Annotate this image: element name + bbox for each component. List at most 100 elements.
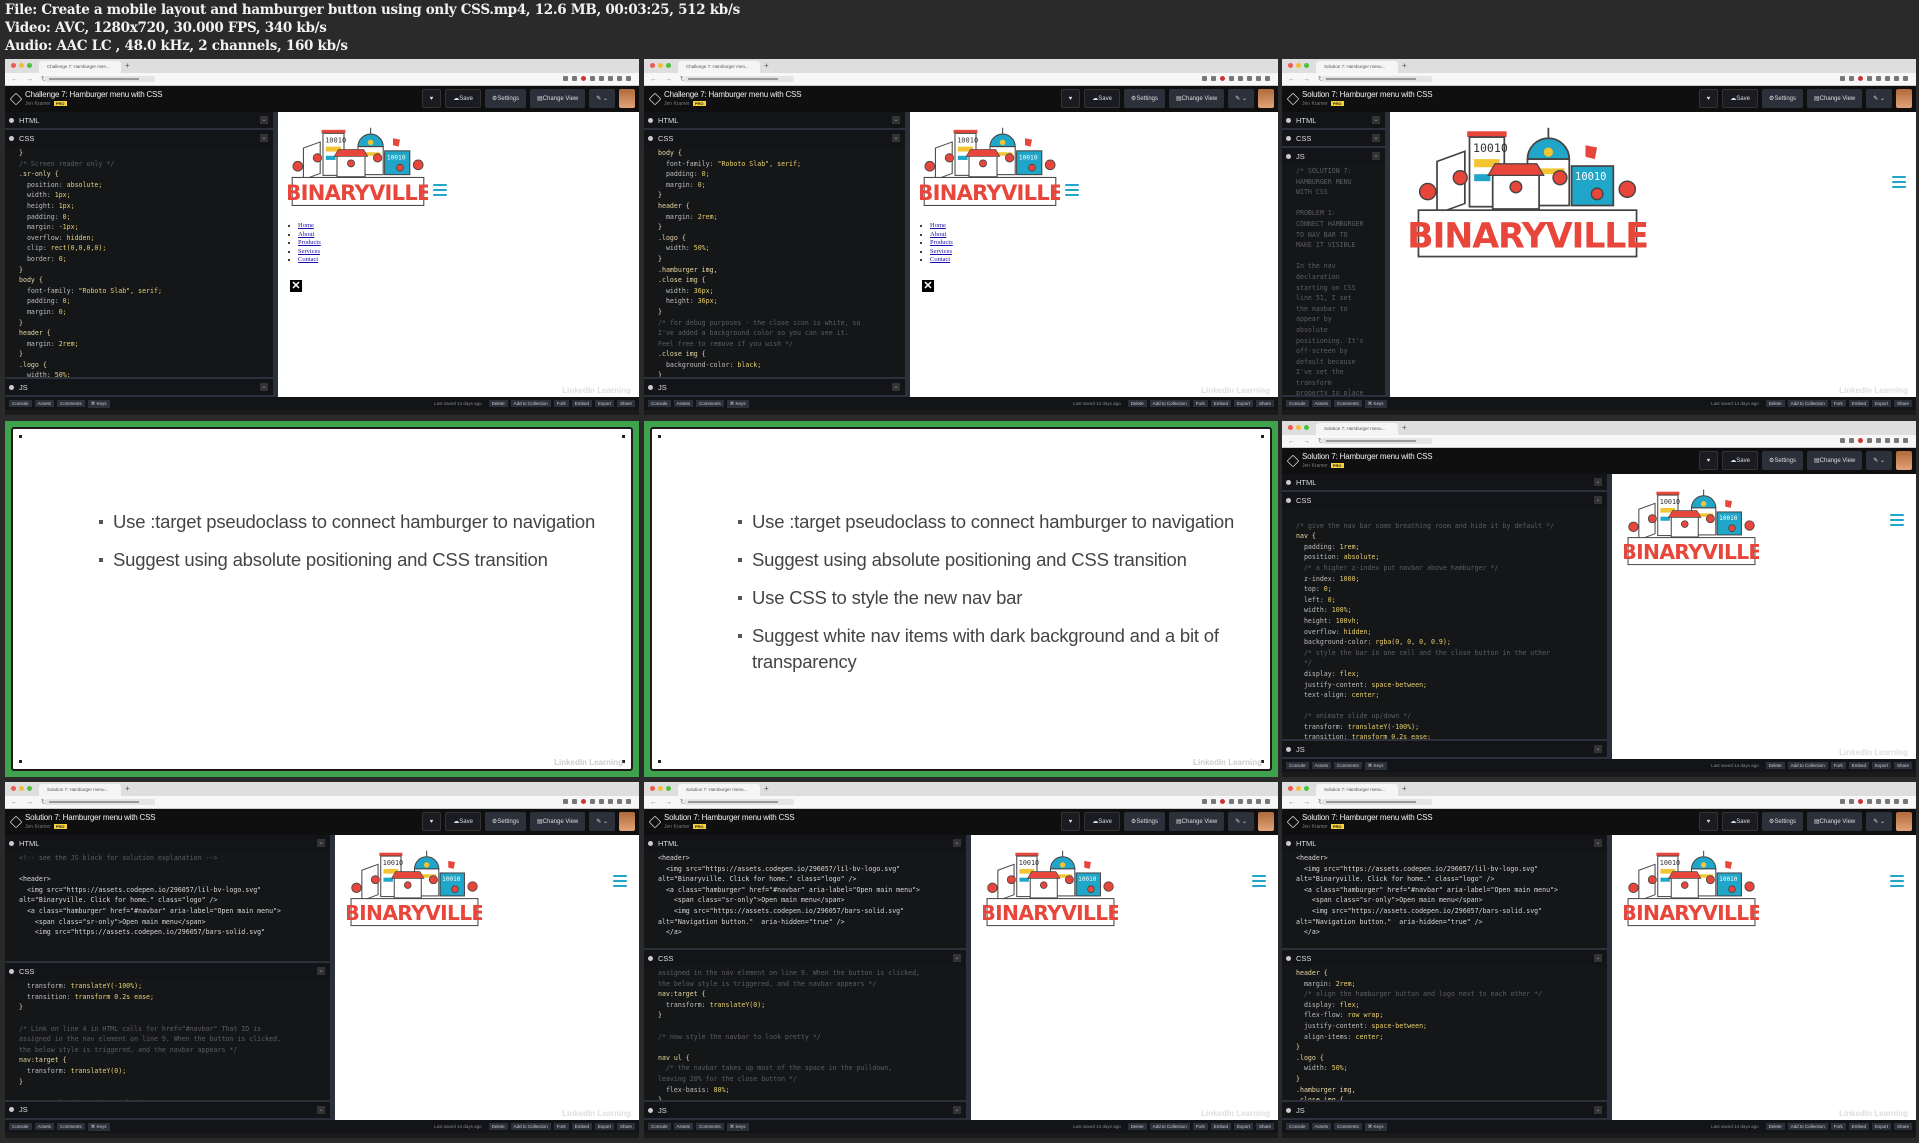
pin-button[interactable]: ✎ ⌄ [1228, 89, 1254, 108]
nav-link-services[interactable]: Services [298, 248, 320, 255]
chevron-down-icon[interactable]: ⌄ [260, 134, 268, 142]
hamburger-menu-icon[interactable] [1890, 514, 1904, 526]
footer-button-embed[interactable]: Embed [571, 400, 592, 407]
footer-button-fork[interactable]: Fork [1192, 400, 1208, 407]
footer-button-assets[interactable]: Assets [1311, 762, 1332, 769]
extension-icon[interactable] [1894, 76, 1899, 81]
extension-icon[interactable] [1256, 799, 1261, 804]
codepen-logo-icon[interactable] [1286, 454, 1300, 468]
pane-settings-icon[interactable] [1286, 117, 1291, 123]
codepen-logo-icon[interactable] [648, 92, 662, 106]
pane-settings-icon[interactable] [9, 840, 14, 846]
maximize-window-button[interactable] [27, 786, 32, 791]
url-input[interactable] [1322, 799, 1432, 805]
footer-button-comments[interactable]: Comments [1334, 400, 1362, 407]
chevron-down-icon[interactable]: ⌄ [260, 383, 268, 391]
author-name[interactable]: Jen Kramer [25, 824, 51, 830]
user-avatar[interactable] [1896, 812, 1912, 831]
change-view-button[interactable]: ▤ Change View [1169, 89, 1225, 108]
codepen-thumbnail[interactable]: Solution 7: Hamburger menu... + ← → ↻ Solut… [5, 782, 639, 1138]
user-avatar[interactable] [1258, 812, 1274, 831]
extension-icon[interactable] [617, 799, 622, 804]
settings-button[interactable]: ⚙ Settings [1123, 812, 1165, 831]
footer-button-addtocollection[interactable]: Add to Collection [1787, 762, 1828, 769]
hamburger-menu-icon[interactable] [433, 184, 447, 196]
binaryville-logo[interactable]: 10010 10010 BINARYVILLE [344, 847, 485, 932]
maximize-window-button[interactable] [1304, 63, 1309, 68]
user-avatar[interactable] [1896, 89, 1912, 108]
codepen-logo-icon[interactable] [648, 815, 662, 829]
settings-button[interactable]: ⚙ Settings [1761, 812, 1803, 831]
nav-arrows-icon[interactable]: ← → ↻ [11, 798, 50, 806]
chevron-down-icon[interactable]: ⌄ [1372, 116, 1380, 124]
code-area[interactable]: } /* Screen reader only */ .sr-only { posi… [5, 146, 273, 377]
pane-header[interactable]: CSS ⌄ [1282, 492, 1607, 508]
nav-link-about[interactable]: About [298, 231, 314, 238]
chevron-down-icon[interactable]: ⌄ [260, 116, 268, 124]
code-area[interactable]: <!-- see the JS block for solution expla… [5, 851, 330, 962]
footer-button-fork[interactable]: Fork [1830, 762, 1846, 769]
heart-button[interactable]: ♥ [1698, 812, 1719, 831]
footer-button-comments[interactable]: Comments [57, 1123, 85, 1130]
pane-settings-icon[interactable] [1286, 955, 1291, 961]
close-window-button[interactable] [11, 63, 16, 68]
new-tab-icon[interactable]: + [1402, 61, 1407, 70]
pane-settings-icon[interactable] [9, 1107, 14, 1113]
footer-button-delete[interactable]: Delete [488, 400, 508, 407]
nav-link-services[interactable]: Services [930, 248, 952, 255]
extension-icon[interactable] [599, 799, 604, 804]
binaryville-logo[interactable]: 10010 10010 BINARYVILLE [917, 124, 1063, 212]
extension-icon[interactable] [1876, 76, 1881, 81]
nav-link-products[interactable]: Products [930, 239, 953, 246]
nav-arrows-icon[interactable]: ← → ↻ [650, 798, 689, 806]
pane-settings-icon[interactable] [648, 840, 653, 846]
extension-icon[interactable] [572, 76, 577, 81]
new-tab-icon[interactable]: + [1402, 423, 1407, 432]
footer-button-export[interactable]: Export [1871, 762, 1891, 769]
pane-header[interactable]: JS ⌄ [644, 1102, 966, 1118]
nav-arrows-icon[interactable]: ← → ↻ [1288, 437, 1327, 445]
code-area[interactable]: /* SOLUTION 7: HAMBURGER MENU WITH CSS PROB… [1282, 164, 1385, 395]
pane-settings-icon[interactable] [648, 135, 653, 141]
settings-button[interactable]: ⚙ Settings [1123, 89, 1165, 108]
author-name[interactable]: Jen Kramer [1302, 463, 1328, 469]
pane-header[interactable]: CSS ⌄ [644, 130, 905, 146]
chevron-down-icon[interactable]: ⌄ [317, 967, 325, 976]
pane-settings-icon[interactable] [648, 117, 653, 123]
footer-button-embed[interactable]: Embed [571, 1123, 592, 1130]
code-area[interactable]: <header> <img src="https://assets.codepe… [644, 851, 966, 949]
footer-button-addtocollection[interactable]: Add to Collection [1149, 1123, 1190, 1130]
binaryville-logo[interactable]: 10010 10010 BINARYVILLE [1621, 486, 1762, 571]
heart-button[interactable]: ♥ [1698, 89, 1719, 108]
extension-icon[interactable] [1903, 438, 1908, 443]
url-input[interactable] [45, 799, 155, 805]
footer-button-keys[interactable]: ⌘ Keys [1364, 399, 1387, 408]
heart-button[interactable]: ♥ [1698, 451, 1719, 470]
minimize-window-button[interactable] [19, 786, 24, 791]
binaryville-logo[interactable]: 10010 10010 BINARYVILLE [285, 124, 431, 212]
nav-link-home[interactable]: Home [930, 222, 946, 229]
extension-icon[interactable] [1247, 799, 1252, 804]
footer-button-assets[interactable]: Assets [1311, 1123, 1332, 1130]
pane-settings-icon[interactable] [1286, 153, 1291, 159]
settings-button[interactable]: ⚙ Settings [484, 812, 526, 831]
footer-button-addtocollection[interactable]: Add to Collection [1149, 400, 1190, 407]
footer-button-keys[interactable]: ⌘ Keys [726, 399, 749, 408]
author-name[interactable]: Jen Kramer [664, 101, 690, 107]
codepen-logo-icon[interactable] [1286, 815, 1300, 829]
extension-icon[interactable] [1256, 76, 1261, 81]
footer-button-delete[interactable]: Delete [1765, 762, 1785, 769]
nav-link-home[interactable]: Home [298, 222, 314, 229]
footer-button-embed[interactable]: Embed [1848, 762, 1869, 769]
save-button[interactable]: ☁ Save [1084, 89, 1120, 108]
author-name[interactable]: Jen Kramer [25, 101, 51, 107]
footer-button-addtocollection[interactable]: Add to Collection [510, 400, 551, 407]
slide-thumbnail[interactable]: Use :target pseudoclass to connect hambu… [644, 421, 1278, 777]
footer-button-delete[interactable]: Delete [1127, 1123, 1147, 1130]
minimize-window-button[interactable] [658, 786, 663, 791]
extension-icon[interactable] [626, 799, 631, 804]
browser-tab[interactable]: Solution 7: Hamburger menu... [1316, 784, 1398, 796]
pin-button[interactable]: ✎ ⌄ [1866, 451, 1892, 470]
author-name[interactable]: Jen Kramer [1302, 824, 1328, 830]
url-input[interactable] [684, 799, 794, 805]
